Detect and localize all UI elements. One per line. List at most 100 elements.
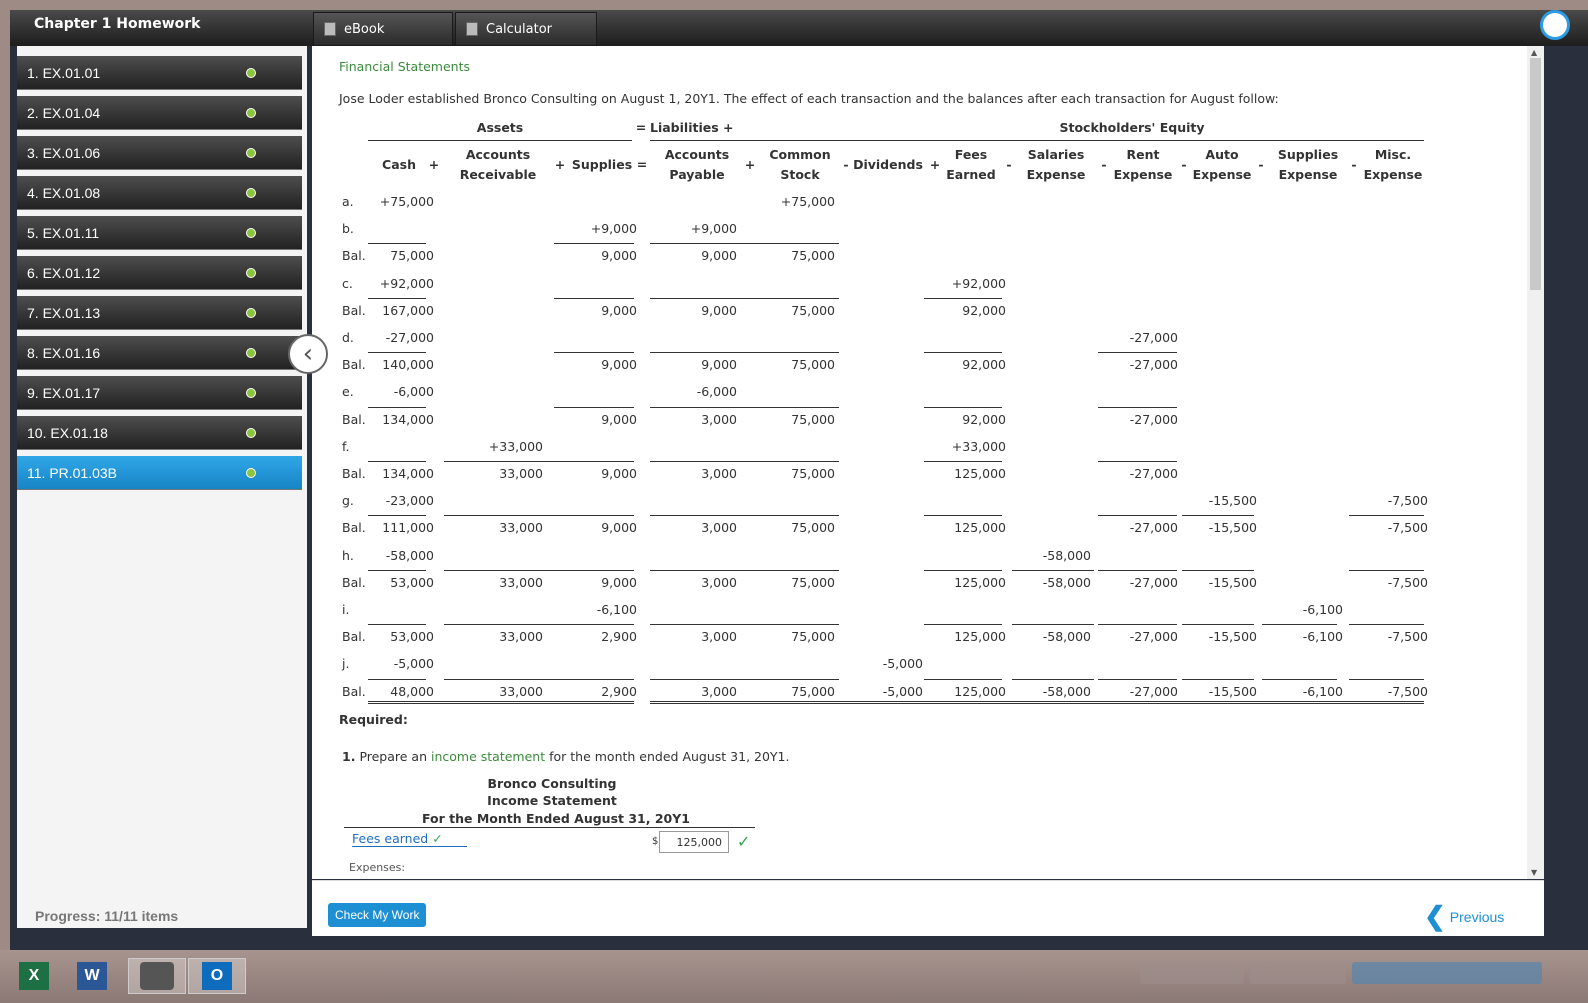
excel-taskbar-button[interactable]: X (12, 958, 56, 994)
subtotal-rule (1098, 678, 1177, 680)
check-my-work-button[interactable]: Check My Work (328, 903, 427, 927)
content-scrollbar[interactable]: ▲ ▼ (1527, 46, 1544, 879)
sidebar-item[interactable]: 2. EX.01.04 (17, 96, 302, 130)
sidebar-item[interactable]: 11. PR.01.03B (17, 456, 302, 490)
liabilities-header: Liabilities + (650, 120, 734, 135)
column-operator: = (636, 157, 648, 172)
sidebar-item-label: 3. EX.01.06 (27, 144, 101, 161)
completed-check-icon (246, 388, 256, 398)
completed-check-icon (246, 148, 256, 158)
completed-check-icon (246, 188, 256, 198)
sidebar-item-label: 4. EX.01.08 (27, 184, 101, 201)
completed-check-icon (246, 428, 256, 438)
table-cell: 9,000 (701, 302, 737, 318)
income-statement-link[interactable]: income statement (431, 749, 545, 764)
word-taskbar-button[interactable]: W (70, 958, 114, 994)
sidebar-item[interactable]: 6. EX.01.12 (17, 256, 302, 290)
sidebar-item-label: 1. EX.01.01 (27, 64, 101, 81)
table-cell: 125,000 (954, 629, 1006, 645)
table-cell: -7,500 (1387, 520, 1428, 536)
table-cell: -7,500 (1387, 629, 1428, 645)
sidebar-item-label: 2. EX.01.04 (27, 104, 101, 121)
calculator-icon (466, 22, 478, 36)
table-cell: -58,000 (385, 547, 434, 563)
total-double-rule (368, 700, 634, 704)
table-cell: -27,000 (1129, 357, 1178, 373)
table-cell: 53,000 (390, 629, 434, 645)
table-cell: 75,000 (791, 357, 835, 373)
column-header-line1: Salaries (1027, 147, 1085, 162)
sidebar-item[interactable]: 1. EX.01.01 (17, 56, 302, 90)
table-cell: 9,000 (601, 357, 637, 373)
table-cell: 3,000 (701, 411, 737, 427)
subtotal-rule (924, 624, 1002, 626)
table-cell: 134,000 (382, 411, 434, 427)
subtotal-rule (368, 569, 426, 571)
table-cell: -7,500 (1387, 683, 1428, 699)
column-header-line2: Receivable (459, 167, 537, 182)
subtotal-rule (650, 569, 839, 571)
excel-icon: X (19, 962, 49, 990)
table-cell: -5,000 (393, 656, 434, 672)
subtotal-rule (1262, 678, 1337, 680)
row-label: g. (342, 493, 354, 509)
fees-earned-input[interactable]: 125,000 (659, 831, 729, 853)
table-cell: -5,000 (882, 656, 923, 672)
column-header-line1: Common (769, 147, 831, 162)
subtotal-rule (1182, 624, 1254, 626)
table-cell: -15,500 (1208, 574, 1257, 590)
blurred-button (1140, 962, 1244, 984)
sidebar-item[interactable]: 7. EX.01.13 (17, 296, 302, 330)
table-cell: 75,000 (791, 683, 835, 699)
sidebar-item[interactable]: 9. EX.01.17 (17, 376, 302, 410)
chevron-left-icon: ❮ (1424, 901, 1446, 931)
sidebar-item[interactable]: 10. EX.01.18 (17, 416, 302, 450)
row-label: h. (342, 547, 354, 563)
table-cell: 92,000 (962, 302, 1006, 318)
subtotal-rule (1182, 569, 1254, 571)
column-header-line2: Expense (1026, 167, 1086, 182)
table-cell: 3,000 (701, 683, 737, 699)
column-operator: + (929, 157, 941, 172)
fees-earned-select[interactable]: Fees earned ✓ (352, 831, 467, 847)
row-label: Bal. (342, 683, 366, 699)
sidebar-item[interactable]: 5. EX.01.11 (17, 216, 302, 250)
blurred-button (1250, 962, 1346, 984)
table-cell: -7,500 (1387, 574, 1428, 590)
subtotal-rule (1012, 569, 1094, 571)
sidebar-item-label: 6. EX.01.12 (27, 264, 101, 281)
scroll-up-icon[interactable]: ▲ (1531, 48, 1537, 57)
table-cell: 125,000 (954, 574, 1006, 590)
table-cell: +9,000 (690, 221, 737, 237)
equals-sign: = (635, 120, 647, 135)
subtotal-rule (554, 461, 634, 462)
previous-label: Previous (1449, 908, 1505, 925)
subtotal-rule (1349, 624, 1424, 626)
subtotal-rule (924, 515, 1002, 517)
calculator-tab[interactable]: Calculator (455, 12, 597, 46)
outlook-taskbar-button[interactable]: O (188, 958, 246, 994)
collapse-sidebar-button[interactable]: ‹ (288, 334, 328, 374)
ebook-tab[interactable]: eBook (313, 12, 453, 46)
subtotal-rule (368, 406, 426, 408)
sidebar-item[interactable]: 4. EX.01.08 (17, 176, 302, 210)
table-cell: 2,900 (601, 629, 637, 645)
scroll-thumb[interactable] (1530, 58, 1541, 290)
table-cell: 134,000 (382, 466, 434, 481)
support-icon[interactable] (1540, 10, 1570, 40)
table-cell: 9,000 (601, 302, 637, 318)
sidebar-item[interactable]: 8. EX.01.16 (17, 336, 302, 370)
sidebar-item[interactable]: 3. EX.01.06 (17, 136, 302, 170)
scroll-down-icon[interactable]: ▼ (1531, 868, 1537, 877)
table-cell: +33,000 (951, 438, 1006, 454)
table-cell: 9,000 (601, 248, 637, 264)
capture-taskbar-button[interactable] (128, 958, 186, 994)
previous-button[interactable]: ❮ Previous (1424, 901, 1504, 932)
table-cell: -27,000 (1129, 411, 1178, 427)
calculator-label: Calculator (486, 21, 553, 37)
table-cell: 125,000 (954, 520, 1006, 536)
table-cell: -58,000 (1042, 574, 1091, 590)
table-cell: -23,000 (385, 493, 434, 509)
blurred-button (1352, 962, 1542, 984)
row-label: a. (342, 194, 354, 209)
